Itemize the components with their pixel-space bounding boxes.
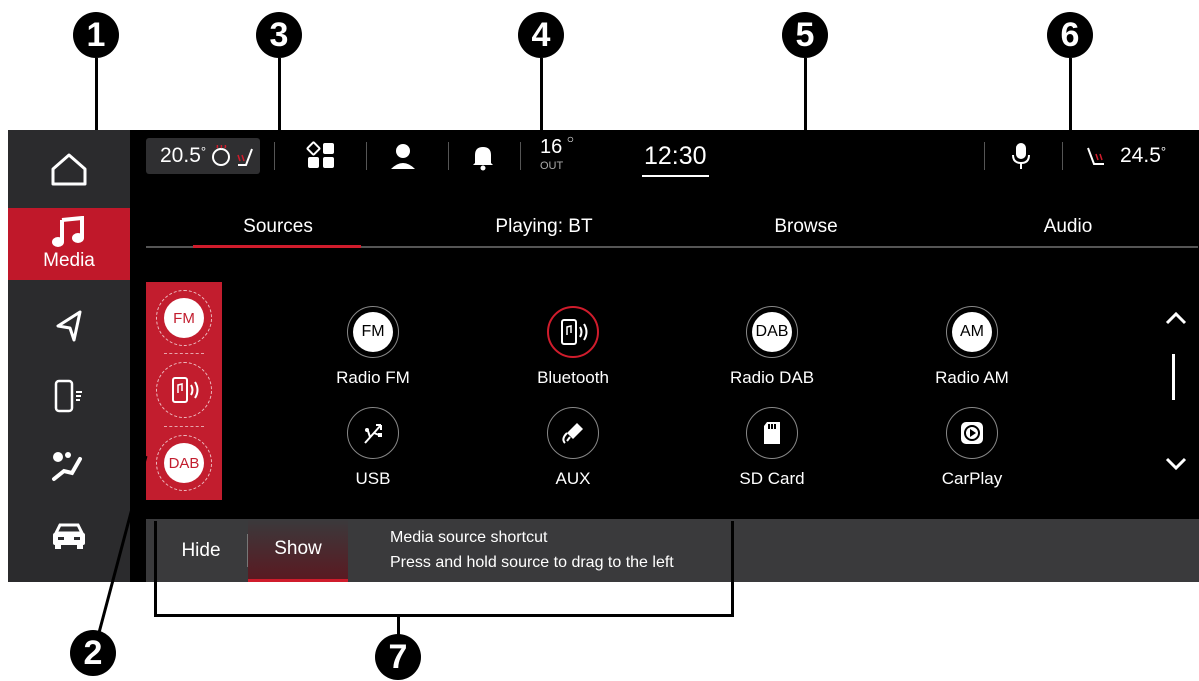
climate-left-control[interactable]: 20.5 °	[146, 138, 260, 174]
seat-heat-icon	[237, 148, 254, 166]
source-sd-card-circle	[746, 407, 798, 459]
status-divider	[1062, 142, 1063, 170]
outside-temp-degree: ○	[566, 132, 574, 146]
notification-bell-icon[interactable]	[470, 143, 496, 171]
callout-2: 2	[70, 630, 116, 676]
car-icon	[53, 523, 85, 549]
fm-badge-icon: FM	[353, 312, 393, 352]
status-divider	[366, 142, 367, 170]
tab-active-indicator	[193, 245, 361, 248]
temp-left-value: 20.5	[160, 144, 201, 167]
home-icon	[51, 153, 87, 186]
steering-heat-icon	[212, 145, 231, 166]
shortcut-fm-label: FM	[164, 298, 204, 338]
source-label: SD Card	[739, 469, 805, 488]
tab-audio[interactable]: Audio	[988, 216, 1148, 238]
callout-4: 4	[518, 12, 564, 58]
temp-right-value: 24.5	[1120, 144, 1161, 167]
source-radio-dab[interactable]: DAB Radio DAB	[702, 306, 842, 388]
shortcut-fm[interactable]: FM	[156, 290, 212, 346]
shortcut-dab-label: DAB	[164, 443, 204, 483]
source-radio-am[interactable]: AM Radio AM	[902, 306, 1042, 388]
navigation-arrow-icon	[56, 310, 82, 342]
chevron-down-icon[interactable]	[1164, 456, 1188, 472]
outside-temp-label: OUT	[540, 160, 564, 172]
source-label: AUX	[555, 469, 591, 488]
shortcut-divider	[164, 353, 204, 354]
source-usb[interactable]: USB	[303, 407, 443, 489]
shortcut-bluetooth[interactable]	[156, 362, 212, 418]
fan-seat-icon	[52, 452, 82, 481]
temp-left-unit: °	[200, 143, 207, 159]
usb-icon	[364, 424, 382, 444]
callout-3: 3	[256, 12, 302, 58]
apps-grid-icon[interactable]	[306, 141, 336, 171]
outside-temp-value: 16	[540, 136, 563, 158]
outside-temp: 16 ○	[540, 132, 574, 159]
shortcut-hint-text: Press and hold source to drag to the lef…	[390, 554, 674, 571]
status-bar: 20.5 ° 16 ○ OUT 12:30 24.5 °	[130, 130, 1199, 182]
aux-icon	[562, 423, 583, 444]
sidebar-item-navigation[interactable]	[8, 296, 130, 356]
status-divider	[520, 142, 521, 170]
callout-5: 5	[782, 12, 828, 58]
temp-right-unit: °	[1160, 143, 1167, 159]
shortcut-divider	[164, 426, 204, 427]
status-divider	[448, 142, 449, 170]
source-label: Radio FM	[336, 368, 410, 387]
source-label: Radio AM	[935, 368, 1009, 387]
tab-browse[interactable]: Browse	[726, 216, 886, 238]
source-sd-card[interactable]: SD Card	[702, 407, 842, 489]
sidebar-item-home[interactable]	[8, 136, 130, 202]
sidebar-item-media[interactable]: Media	[8, 208, 130, 280]
tab-playing[interactable]: Playing: BT	[454, 216, 634, 238]
callout-7: 7	[375, 634, 421, 680]
source-label: CarPlay	[941, 469, 1003, 488]
tab-sources[interactable]: Sources	[198, 216, 358, 238]
phone-icon	[54, 379, 82, 413]
callout-1: 1	[73, 12, 119, 58]
shortcut-hint-title: Media source shortcut	[390, 529, 548, 546]
chevron-up-icon[interactable]	[1164, 310, 1188, 326]
source-carplay[interactable]: CarPlay	[902, 407, 1042, 489]
clock[interactable]: 12:30	[642, 142, 709, 177]
source-radio-am-circle: AM	[946, 306, 998, 358]
source-radio-fm[interactable]: FM Radio FM	[303, 306, 443, 388]
seat-heat-right-icon	[1087, 147, 1104, 165]
source-aux-circle	[547, 407, 599, 459]
bluetooth-phone-icon	[561, 319, 588, 345]
source-carplay-circle	[946, 407, 998, 459]
callout-7-bracket-base	[154, 614, 734, 617]
source-bluetooth-circle	[547, 306, 599, 358]
source-radio-fm-circle: FM	[347, 306, 399, 358]
sd-card-icon	[764, 422, 780, 444]
source-bluetooth[interactable]: Bluetooth	[503, 306, 643, 388]
callout-7-bracket-right	[731, 521, 734, 617]
callout-6: 6	[1047, 12, 1093, 58]
source-usb-circle	[347, 407, 399, 459]
source-label: USB	[355, 469, 391, 488]
bluetooth-phone-icon	[172, 377, 199, 403]
sidebar-item-label: Media	[43, 250, 95, 271]
dab-badge-icon: DAB	[752, 312, 792, 352]
shortcut-settings-bar: Hide Show Media source shortcut Press an…	[146, 519, 1199, 582]
music-note-icon	[52, 216, 84, 247]
source-aux[interactable]: AUX	[503, 407, 643, 489]
carplay-icon	[961, 422, 983, 444]
user-profile-icon[interactable]	[388, 141, 418, 171]
callout-7-bracket-left	[154, 521, 157, 617]
climate-right-control[interactable]: 24.5 °	[1084, 138, 1166, 174]
source-label: Bluetooth	[537, 368, 609, 387]
microphone-icon[interactable]	[1010, 141, 1032, 171]
sidebar-item-phone[interactable]	[8, 366, 130, 426]
status-divider	[984, 142, 985, 170]
infotainment-screen: Media 20.5 ° 16 ○ OUT 12:30 24.5 ° Sourc…	[8, 130, 1199, 582]
show-button[interactable]: Show	[248, 519, 348, 582]
source-label: Radio DAB	[729, 368, 815, 387]
am-badge-icon: AM	[952, 312, 992, 352]
scrollbar-thumb[interactable]	[1172, 354, 1175, 400]
status-divider	[274, 142, 275, 170]
source-radio-dab-circle: DAB	[746, 306, 798, 358]
